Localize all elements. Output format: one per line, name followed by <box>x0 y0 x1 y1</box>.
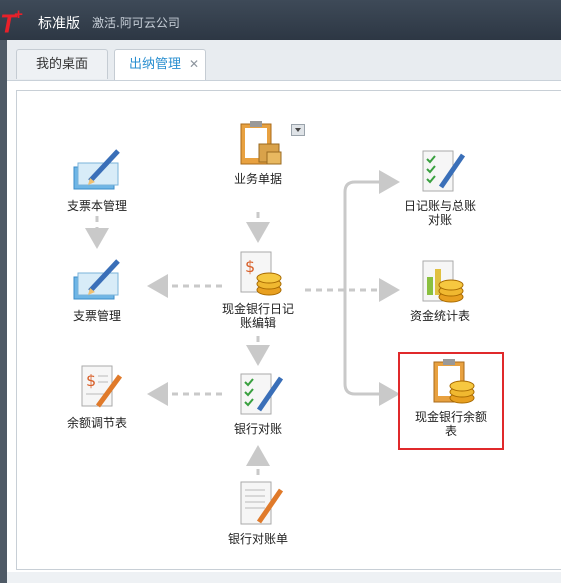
dollar-doc-coins-icon: $ <box>240 251 282 296</box>
node-label: 业务单据 <box>233 172 282 186</box>
node-business-doc[interactable]: 业务单据 <box>203 118 313 186</box>
svg-text:$: $ <box>245 257 255 276</box>
node-cash-bank-balance[interactable]: 现金银行余额表 <box>396 356 506 438</box>
node-label: 支票管理 <box>72 309 121 323</box>
node-label: 银行对账单 <box>227 532 288 546</box>
node-label: 银行对账 <box>233 422 282 436</box>
node-journal-gl-reconcile[interactable]: 日记账与总账对账 <box>385 145 495 227</box>
node-label: 现金银行日记账编辑 <box>222 302 295 330</box>
node-label: 日记账与总账对账 <box>404 199 477 227</box>
node-cheque-book[interactable]: 支票本管理 <box>42 145 152 213</box>
node-label: 支票本管理 <box>66 199 127 213</box>
svg-text:$: $ <box>86 371 96 390</box>
checklist-pen-icon <box>240 373 284 415</box>
clipboard-boxes-icon <box>240 121 282 165</box>
node-label: 资金统计表 <box>409 309 470 323</box>
node-cash-bank-journal[interactable]: $ 现金银行日记账编辑 <box>203 248 313 330</box>
node-balance-adjust[interactable]: $ 余额调节表 <box>42 362 152 430</box>
cheque-icon <box>73 259 120 300</box>
checklist-pen-icon <box>422 150 466 192</box>
clipboard-coins-icon <box>433 359 475 404</box>
statement-pen-icon <box>240 481 284 525</box>
balance-adjust-icon: $ <box>81 365 123 408</box>
cheque-book-icon <box>73 149 120 190</box>
bottom-strip <box>7 572 561 583</box>
node-label: 现金银行余额表 <box>415 410 488 438</box>
node-bank-reconcile[interactable]: 银行对账 <box>203 368 313 436</box>
node-fund-stats[interactable]: 资金统计表 <box>385 255 495 323</box>
node-label: 余额调节表 <box>66 416 127 430</box>
node-bank-statement[interactable]: 银行对账单 <box>203 478 313 546</box>
node-cheque[interactable]: 支票管理 <box>42 255 152 323</box>
chart-coins-icon <box>422 260 464 303</box>
